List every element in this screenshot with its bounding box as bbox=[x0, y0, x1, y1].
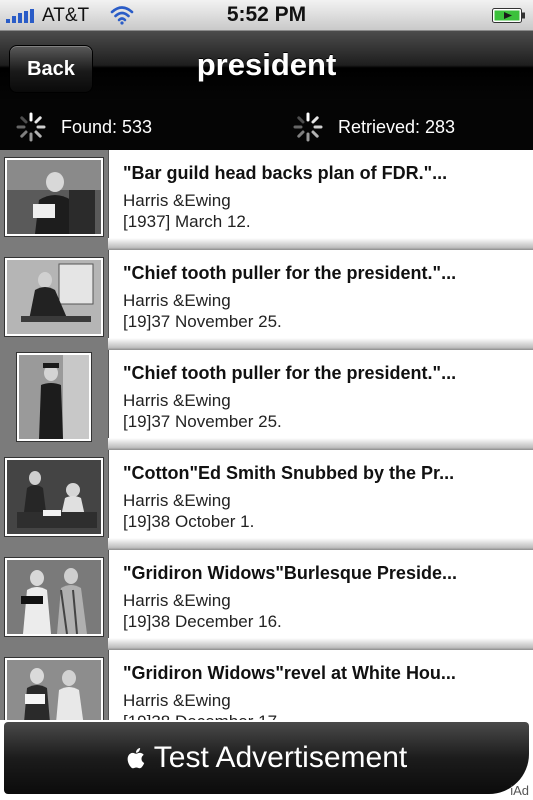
list-item[interactable]: "Gridiron Widows"revel at White Hou... H… bbox=[0, 650, 533, 720]
thumbnail-cell bbox=[0, 150, 109, 250]
result-title: "Chief tooth puller for the president.".… bbox=[123, 263, 457, 283]
list-item[interactable]: "Cotton"Ed Smith Snubbed by the Pr... Ha… bbox=[0, 450, 533, 550]
apple-logo-icon bbox=[127, 748, 144, 769]
ad-banner: Test Advertisement iAd bbox=[0, 720, 533, 800]
advertisement-button[interactable]: Test Advertisement bbox=[4, 722, 529, 794]
result-title: "Bar guild head backs plan of FDR."... bbox=[123, 163, 448, 183]
result-date: [1937] March 12. bbox=[123, 212, 251, 231]
photo-thumbnail bbox=[5, 158, 103, 236]
result-date: [19]37 November 25. bbox=[123, 412, 282, 431]
list-item[interactable]: "Bar guild head backs plan of FDR."... H… bbox=[0, 150, 533, 250]
list-item[interactable]: "Chief tooth puller for the president.".… bbox=[0, 250, 533, 350]
page-title: president bbox=[196, 47, 337, 82]
photo-thumbnail bbox=[17, 353, 91, 441]
photo-thumbnail bbox=[5, 558, 103, 636]
result-date: [19]38 October 1. bbox=[123, 512, 255, 531]
result-title: "Gridiron Widows"Burlesque Preside... bbox=[123, 563, 457, 583]
iad-badge: iAd bbox=[510, 783, 529, 798]
result-author: Harris &Ewing bbox=[123, 291, 231, 310]
result-date: [19]37 November 25. bbox=[123, 312, 282, 331]
result-title: "Cotton"Ed Smith Snubbed by the Pr... bbox=[123, 463, 455, 483]
thumbnail-cell bbox=[0, 250, 109, 350]
list-item[interactable]: "Gridiron Widows"Burlesque Preside... Ha… bbox=[0, 550, 533, 650]
found-count: Found: 533 bbox=[61, 117, 153, 137]
result-author: Harris &Ewing bbox=[123, 191, 231, 210]
photo-thumbnail bbox=[5, 258, 103, 336]
retrieved-count: Retrieved: 283 bbox=[338, 117, 456, 137]
results-list[interactable]: "Bar guild head backs plan of FDR."... H… bbox=[0, 150, 533, 720]
result-title: "Gridiron Widows"revel at White Hou... bbox=[123, 663, 456, 683]
advertisement-label: Test Advertisement bbox=[153, 741, 408, 774]
result-date: [19]38 December 16. bbox=[123, 612, 282, 631]
thumbnail-cell bbox=[0, 550, 109, 650]
status-bar: AT&T 5:52 PM bbox=[0, 0, 533, 31]
loading-spinner-icon bbox=[16, 112, 46, 142]
list-item[interactable]: "Chief tooth puller for the president.".… bbox=[0, 350, 533, 450]
status-time: 5:52 PM bbox=[226, 3, 307, 26]
counts-bar: Found: 533 Retrieved: 283 bbox=[0, 102, 533, 150]
result-date: [19]38 December 17. bbox=[123, 712, 282, 720]
thumbnail-cell bbox=[0, 350, 109, 450]
thumbnail-cell bbox=[0, 450, 109, 550]
battery-charging-icon bbox=[492, 8, 525, 23]
thumbnail-cell bbox=[0, 650, 109, 720]
result-author: Harris &Ewing bbox=[123, 491, 231, 510]
loading-spinner-icon bbox=[293, 112, 323, 142]
photo-thumbnail bbox=[5, 458, 103, 536]
result-title: "Chief tooth puller for the president.".… bbox=[123, 363, 457, 383]
navigation-bar: Back president bbox=[0, 31, 533, 102]
photo-thumbnail bbox=[5, 658, 103, 720]
screen: AT&T 5:52 PM Back president Found: 533 R… bbox=[0, 0, 533, 800]
result-author: Harris &Ewing bbox=[123, 691, 231, 710]
result-author: Harris &Ewing bbox=[123, 591, 231, 610]
result-author: Harris &Ewing bbox=[123, 391, 231, 410]
